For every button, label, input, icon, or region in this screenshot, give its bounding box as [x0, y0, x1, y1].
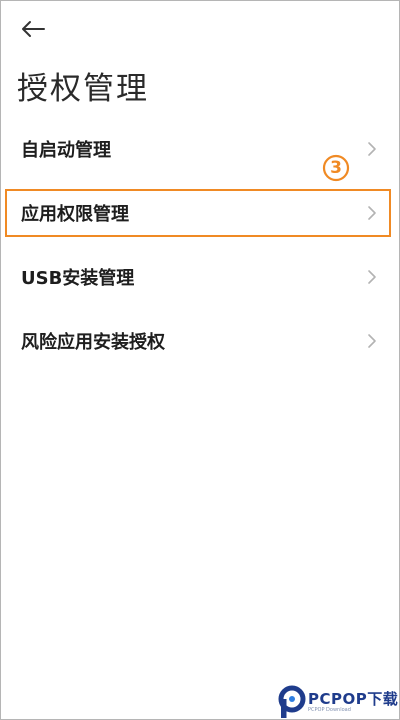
back-button[interactable]	[15, 15, 51, 43]
watermark-brand: PCPOP下载	[308, 690, 399, 708]
screen-frame: 授权管理 自启动管理 应用权限管理 USB安装管理 风险应用安装授权 3 PCP…	[0, 0, 400, 720]
watermark: PCPOP下载 PCPOP Download	[277, 685, 399, 719]
highlight-box	[5, 189, 391, 237]
chevron-right-icon	[368, 270, 376, 284]
menu-item-label: 风险应用安装授权	[21, 332, 165, 353]
menu-item-label: 自启动管理	[21, 140, 111, 161]
step-number: 3	[330, 158, 342, 178]
page-title: 授权管理	[17, 71, 149, 107]
watermark-sub: PCPOP Download	[308, 707, 351, 713]
arrow-left-icon	[22, 21, 45, 37]
menu-item-label: USB安装管理	[21, 268, 135, 289]
pcpop-logo-icon	[278, 685, 306, 718]
chevron-right-icon	[368, 334, 376, 348]
menu-item-risk-app-install[interactable]: 风险应用安装授权	[1, 315, 399, 367]
chevron-right-icon	[368, 142, 376, 156]
menu-item-usb-install[interactable]: USB安装管理	[1, 251, 399, 303]
